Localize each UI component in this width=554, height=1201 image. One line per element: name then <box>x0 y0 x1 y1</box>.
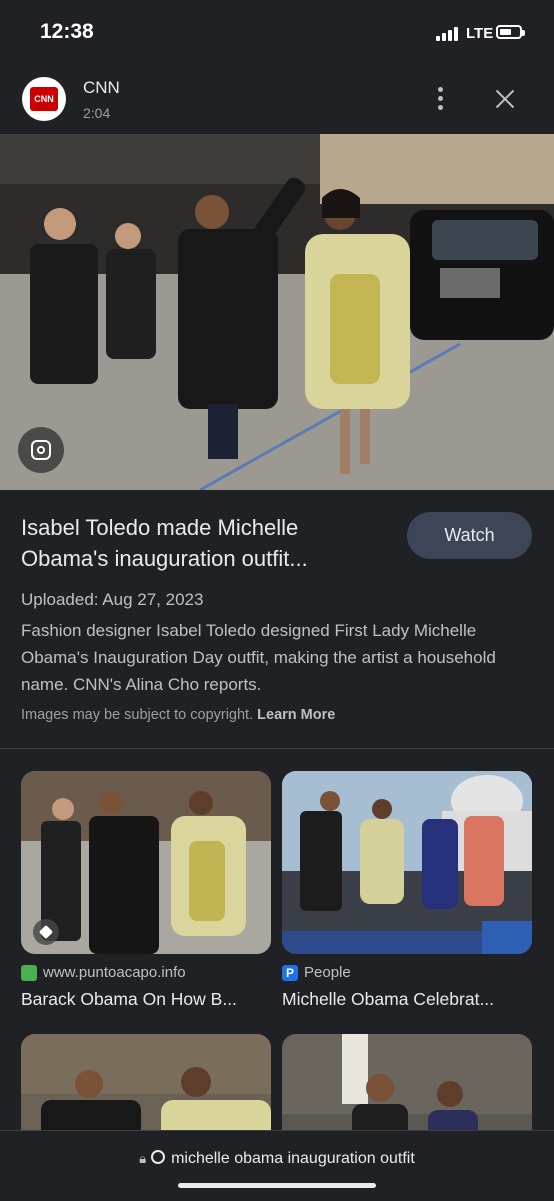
watch-button[interactable]: Watch <box>407 512 532 559</box>
copyright-notice: Images may be subject to copyright. Lear… <box>21 707 335 723</box>
favicon-icon <box>21 965 37 981</box>
source-header: CNN CNN 2:04 <box>0 66 554 134</box>
network-label: LTE <box>466 25 494 42</box>
close-icon[interactable] <box>490 84 520 114</box>
cnn-logo: CNN <box>22 77 66 121</box>
more-options-icon[interactable] <box>428 86 452 112</box>
home-indicator[interactable] <box>178 1183 376 1188</box>
favicon-icon: P <box>282 965 298 981</box>
result-title[interactable]: Michelle Obama Celebrat... <box>282 989 522 1010</box>
status-time: 12:38 <box>40 20 94 43</box>
source-name: CNN <box>83 78 120 97</box>
video-description: Fashion designer Isabel Toledo designed … <box>21 621 496 694</box>
lock-icon: 🔒︎ <box>139 1151 147 1166</box>
learn-more-link[interactable]: Learn More <box>257 707 335 723</box>
parade-photo <box>21 771 271 954</box>
result-site: People <box>304 964 351 981</box>
result-thumbnail[interactable] <box>21 771 271 954</box>
video-thumbnail[interactable] <box>0 134 554 490</box>
divider <box>0 748 554 749</box>
result-site: www.puntoacapo.info <box>43 964 186 981</box>
google-lens-icon[interactable] <box>18 427 64 473</box>
result-thumbnail[interactable] <box>282 771 532 954</box>
address-bar[interactable]: 🔒︎ michelle obama inauguration outfit <box>0 1130 554 1201</box>
search-query[interactable]: michelle obama inauguration outfit <box>171 1150 415 1167</box>
upload-date: Uploaded: Aug 27, 2023 <box>21 590 204 609</box>
video-title[interactable]: Isabel Toledo made Michelle Obama's inau… <box>21 512 381 574</box>
signal-icon <box>436 27 460 41</box>
result-title[interactable]: Barack Obama On How B... <box>21 989 261 1010</box>
search-icon <box>150 1150 165 1164</box>
battery-icon <box>496 25 525 39</box>
inauguration-photo <box>282 771 532 954</box>
tag-icon <box>33 919 59 945</box>
copyright-text: Images may be subject to copyright. <box>21 707 254 723</box>
video-duration: 2:04 <box>83 105 111 121</box>
status-bar: 12:38 LTE <box>0 0 554 66</box>
search-query-row[interactable]: 🔒︎ michelle obama inauguration outfit <box>0 1149 554 1168</box>
parade-photo <box>0 134 554 490</box>
